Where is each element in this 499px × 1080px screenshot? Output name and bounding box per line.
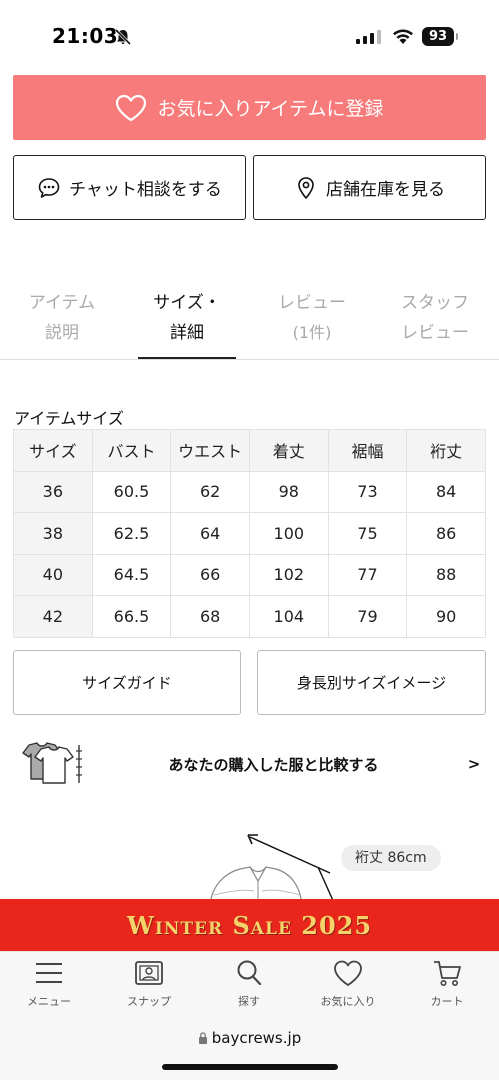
table-cell: 66.5 — [91, 595, 172, 638]
table-cell: 77 — [327, 553, 408, 596]
tab-reviews[interactable]: レビュー (1件) — [257, 288, 367, 348]
table-cell: 84 — [406, 470, 486, 513]
table-cell: 40 — [13, 553, 93, 596]
store-stock-button[interactable]: 店舗在庫を見る — [253, 155, 486, 220]
browser-url-bar: baycrews.jp — [0, 1014, 499, 1080]
column-header: サイズ — [13, 429, 93, 472]
heart-outline-icon — [116, 94, 147, 121]
battery-indicator: 93 — [422, 27, 458, 46]
search-icon — [237, 960, 262, 986]
column-header: ウエスト — [170, 429, 250, 472]
tab-item-description[interactable]: アイテム 説明 — [7, 288, 117, 348]
table-cell: 102 — [248, 553, 329, 596]
table-cell: 68 — [170, 595, 250, 638]
nav-label: 探す — [238, 995, 260, 1008]
table-cell: 79 — [327, 595, 408, 638]
chat-consult-label: チャット相談をする — [69, 180, 222, 200]
home-indicator[interactable] — [162, 1064, 338, 1070]
table-row: 36 60.5 62 98 73 84 — [13, 470, 486, 513]
bottom-navigation: メニュー スナップ 探す お気に入り カート — [0, 951, 499, 1014]
status-time: 21:03 — [52, 24, 119, 48]
tab-label: スタッフ — [401, 293, 469, 313]
table-cell: 38 — [13, 512, 93, 555]
table-cell: 60.5 — [91, 470, 172, 513]
table-cell: 90 — [406, 595, 486, 638]
table-cell: 66 — [170, 553, 250, 596]
lock-icon — [198, 1032, 207, 1044]
store-stock-label: 店舗在庫を見る — [326, 180, 445, 200]
add-to-favorites-label: お気に入りアイテムに登録 — [157, 98, 384, 120]
table-cell: 36 — [13, 470, 93, 513]
table-cell: 104 — [248, 595, 329, 638]
tab-sublabel: レビュー — [401, 323, 469, 343]
nav-cart[interactable]: カート — [407, 958, 487, 1009]
table-cell: 73 — [327, 470, 408, 513]
nav-label: メニュー — [27, 995, 71, 1008]
nav-label: お気に入り — [320, 995, 376, 1008]
table-cell: 88 — [406, 553, 486, 596]
column-header: 裾幅 — [327, 429, 408, 472]
table-cell: 62 — [170, 470, 250, 513]
table-cell: 42 — [13, 595, 93, 638]
column-header: バスト — [91, 429, 172, 472]
table-row: 42 66.5 68 104 79 90 — [13, 595, 486, 638]
column-header: 着丈 — [248, 429, 329, 472]
nav-label: スナップ — [127, 995, 171, 1008]
detail-tabs: アイテム 説明 サイズ・ 詳細 レビュー (1件) スタッフ レビュー — [0, 278, 499, 360]
table-cell: 62.5 — [91, 512, 172, 555]
table-cell: 64 — [170, 512, 250, 555]
table-cell: 75 — [327, 512, 408, 555]
size-guide-button[interactable]: サイズガイド — [13, 650, 241, 715]
tab-label: アイテム — [28, 293, 96, 313]
compare-label: あなたの購入した服と比較する — [168, 755, 379, 774]
cart-icon — [434, 961, 461, 986]
size-guide-label: サイズガイド — [82, 674, 172, 692]
nav-snap[interactable]: スナップ — [109, 958, 189, 1009]
table-header-row: サイズ バスト ウエスト 着丈 裾幅 裄丈 — [13, 429, 486, 472]
tab-size-details[interactable]: サイズ・ 詳細 — [132, 288, 242, 348]
status-bar: 21:03 93 — [0, 0, 499, 72]
tshirt-compare-icon — [22, 742, 82, 784]
heart-icon — [334, 960, 362, 986]
tab-label: サイズ・ — [153, 293, 221, 313]
compare-purchased-clothes-link[interactable]: あなたの購入した服と比較する > — [13, 735, 486, 793]
nav-favorites[interactable]: お気に入り — [308, 958, 388, 1009]
add-to-favorites-button[interactable]: お気に入りアイテムに登録 — [13, 75, 486, 140]
nav-label: カート — [430, 995, 464, 1008]
table-cell: 86 — [406, 512, 486, 555]
tab-sublabel: 説明 — [45, 323, 79, 343]
location-pin-icon — [298, 176, 314, 199]
tab-staff-reviews[interactable]: スタッフ レビュー — [380, 288, 490, 348]
tab-sublabel: (1件) — [292, 323, 332, 342]
chat-bubble-icon — [38, 177, 60, 198]
url-text: baycrews.jp — [211, 1029, 302, 1047]
nav-menu[interactable]: メニュー — [9, 958, 89, 1009]
sleeve-length-label: 裄丈 86cm — [341, 845, 441, 871]
height-size-image-button[interactable]: 身長別サイズイメージ — [257, 650, 486, 715]
table-row: 40 64.5 66 102 77 88 — [13, 553, 486, 596]
chat-consult-button[interactable]: チャット相談をする — [13, 155, 246, 220]
active-tab-indicator — [138, 357, 236, 359]
size-table-title: アイテムサイズ — [14, 409, 124, 428]
tab-sublabel: 詳細 — [170, 323, 204, 343]
table-cell: 64.5 — [91, 553, 172, 596]
table-cell: 100 — [248, 512, 329, 555]
table-cell: 98 — [248, 470, 329, 513]
table-row: 38 62.5 64 100 75 86 — [13, 512, 486, 555]
column-header: 裄丈 — [406, 429, 486, 472]
signal-icon — [356, 30, 381, 44]
tab-label: レビュー — [278, 293, 346, 313]
winter-sale-banner[interactable]: Winter Sale 2025 — [0, 899, 499, 951]
snap-icon — [135, 961, 163, 985]
chevron-right-icon: > — [467, 755, 481, 773]
wifi-icon — [393, 29, 413, 44]
sale-banner-text: Winter Sale 2025 — [126, 910, 373, 940]
nav-search[interactable]: 探す — [209, 958, 289, 1009]
size-table: サイズ バスト ウエスト 着丈 裾幅 裄丈 36 60.5 62 98 73 8… — [13, 429, 486, 638]
menu-icon — [36, 963, 62, 983]
bell-muted-icon — [114, 28, 132, 46]
height-size-image-label: 身長別サイズイメージ — [296, 674, 447, 692]
url-display[interactable]: baycrews.jp — [0, 1029, 499, 1047]
